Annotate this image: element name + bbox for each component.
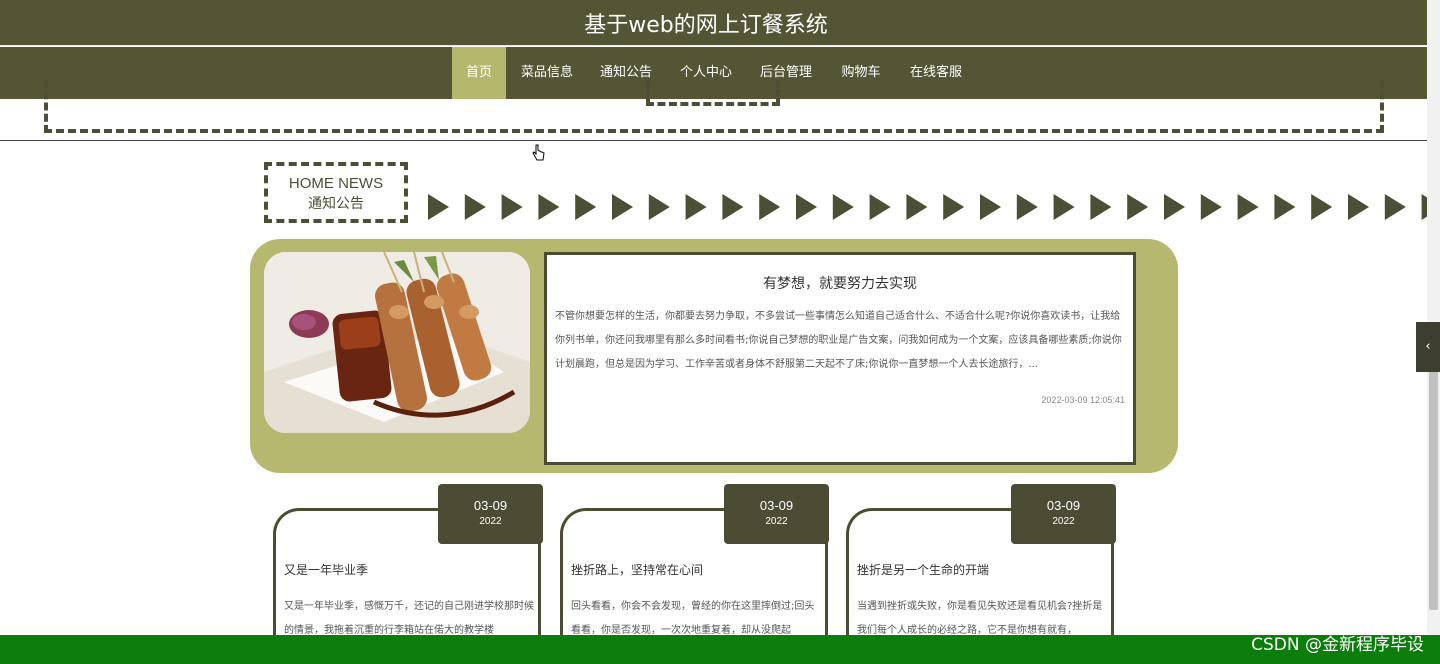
news-card-date-badge: 03-09 2022	[724, 484, 829, 544]
site-header: 基于web的网上订餐系统	[0, 0, 1427, 46]
arrow-icon	[1127, 194, 1149, 220]
arrow-icon	[648, 194, 670, 220]
news-card-date-badge: 03-09 2022	[438, 484, 543, 544]
arrow-icon	[685, 194, 707, 220]
arrow-icon	[796, 194, 817, 220]
arrow-icon	[538, 194, 560, 220]
arrow-icon	[1090, 194, 1112, 220]
news-card-year: 2022	[1052, 516, 1075, 527]
arrow-icon	[1311, 194, 1333, 220]
arrow-icon	[1016, 194, 1038, 220]
arrow-icon	[980, 194, 1001, 220]
news-card-date: 03-09	[1046, 498, 1081, 513]
featured-news-time: 2022-03-09 12:05:41	[1041, 395, 1125, 405]
scrollbar-thumb[interactable]	[1429, 370, 1438, 610]
page: { "header": { "title": "基于web的网上订餐系统" },…	[0, 0, 1440, 664]
csdn-watermark: CSDN @金新程序毕设	[1251, 635, 1424, 655]
arrow-icon	[428, 194, 449, 220]
news-card-date-badge: 03-09 2022	[1011, 484, 1116, 544]
news-card-year: 2022	[765, 516, 788, 527]
arrow-icon	[869, 194, 891, 220]
arrow-decoration	[428, 194, 1427, 220]
news-card-title[interactable]: 又是一年毕业季	[284, 561, 368, 578]
food-skewers-image[interactable]	[264, 252, 530, 433]
news-card-year: 2022	[479, 516, 502, 527]
banner-dashed-tab	[646, 80, 780, 106]
arrow-icon	[906, 194, 928, 220]
csdn-watermark-bar	[0, 635, 1440, 664]
arrow-icon	[1237, 194, 1259, 220]
section-label: HOME NEWS 通知公告	[264, 162, 408, 223]
divider	[0, 140, 1427, 141]
section-label-cn: 通知公告	[308, 196, 364, 212]
arrow-icon	[759, 194, 781, 220]
site-title: 基于web的网上订餐系统	[584, 13, 828, 38]
arrow-icon	[1053, 194, 1075, 220]
arrow-icon	[943, 194, 965, 220]
news-card-date: 03-09	[473, 498, 508, 513]
arrow-icon	[464, 194, 486, 220]
news-card-title[interactable]: 挫折是另一个生命的开端	[857, 561, 989, 578]
arrow-icon	[1200, 194, 1222, 220]
hand-cursor-icon	[532, 144, 545, 161]
news-card-date: 03-09	[759, 498, 794, 513]
arrow-icon	[722, 194, 744, 220]
arrow-icon	[1274, 194, 1296, 220]
arrow-icon	[832, 194, 854, 220]
news-card-title[interactable]: 挫折路上，坚持常在心间	[571, 561, 703, 578]
arrow-icon	[1421, 194, 1427, 220]
section-label-en: HOME NEWS	[288, 175, 384, 192]
arrow-icon	[1164, 194, 1185, 220]
chevron-left-icon[interactable]: ‹	[1416, 322, 1440, 372]
featured-news-title[interactable]: 有梦想，就要努力去实现	[547, 273, 1133, 293]
arrow-icon	[1348, 194, 1369, 220]
featured-news-content[interactable]: 有梦想，就要努力去实现 不管你想要怎样的生活，你都要去努力争取，不多尝试一些事情…	[544, 252, 1136, 465]
featured-news-desc: 不管你想要怎样的生活，你都要去努力争取，不多尝试一些事情怎么知道自己适合什么、不…	[555, 311, 1122, 370]
arrow-icon	[575, 194, 597, 220]
arrow-icon	[1384, 194, 1406, 220]
arrow-icon	[612, 194, 633, 220]
arrow-icon	[501, 194, 523, 220]
